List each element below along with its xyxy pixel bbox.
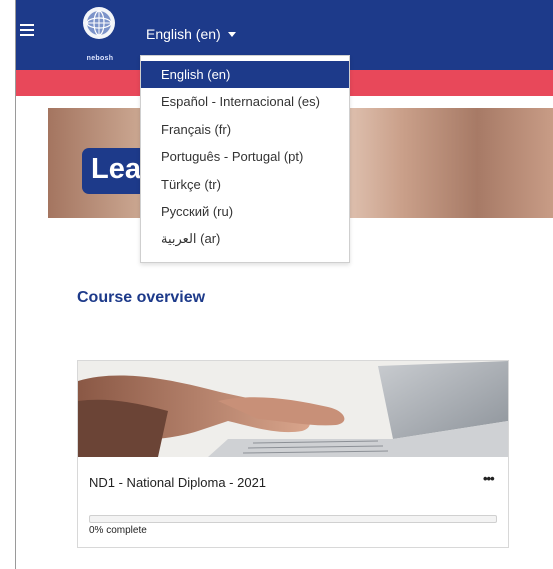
language-dropdown-menu: English (en) Español - Internacional (es)… (140, 55, 350, 263)
language-option[interactable]: Русский (ru) (141, 198, 349, 225)
course-title[interactable]: ND1 - National Diploma - 2021 (89, 475, 266, 490)
progress-label: 0% complete (89, 525, 147, 536)
language-option[interactable]: العربية (ar) (141, 225, 349, 252)
caret-down-icon[interactable] (228, 32, 236, 37)
language-option[interactable]: English (en) (141, 61, 349, 88)
language-menu-toggle[interactable]: English (en) (146, 26, 221, 42)
hamburger-menu-icon[interactable] (20, 24, 34, 36)
language-option[interactable]: Türkçe (tr) (141, 171, 349, 198)
section-title-course-overview: Course overview (77, 289, 206, 306)
globe-logo-icon (83, 7, 115, 39)
language-option[interactable]: Español - Internacional (es) (141, 88, 349, 115)
course-image[interactable] (78, 361, 508, 457)
course-card[interactable]: ND1 - National Diploma - 2021 ••• 0% com… (77, 360, 509, 548)
laptop-typing-illustration (78, 361, 508, 457)
brand-name: nebosh (86, 55, 114, 62)
language-option[interactable]: Français (fr) (141, 116, 349, 143)
course-progress-bar (89, 515, 497, 523)
hero-title-text: Lea (91, 153, 141, 185)
language-option[interactable]: Português - Portugal (pt) (141, 143, 349, 170)
brand-logo[interactable]: nebosh (80, 6, 120, 62)
more-horizontal-icon[interactable]: ••• (483, 471, 495, 486)
